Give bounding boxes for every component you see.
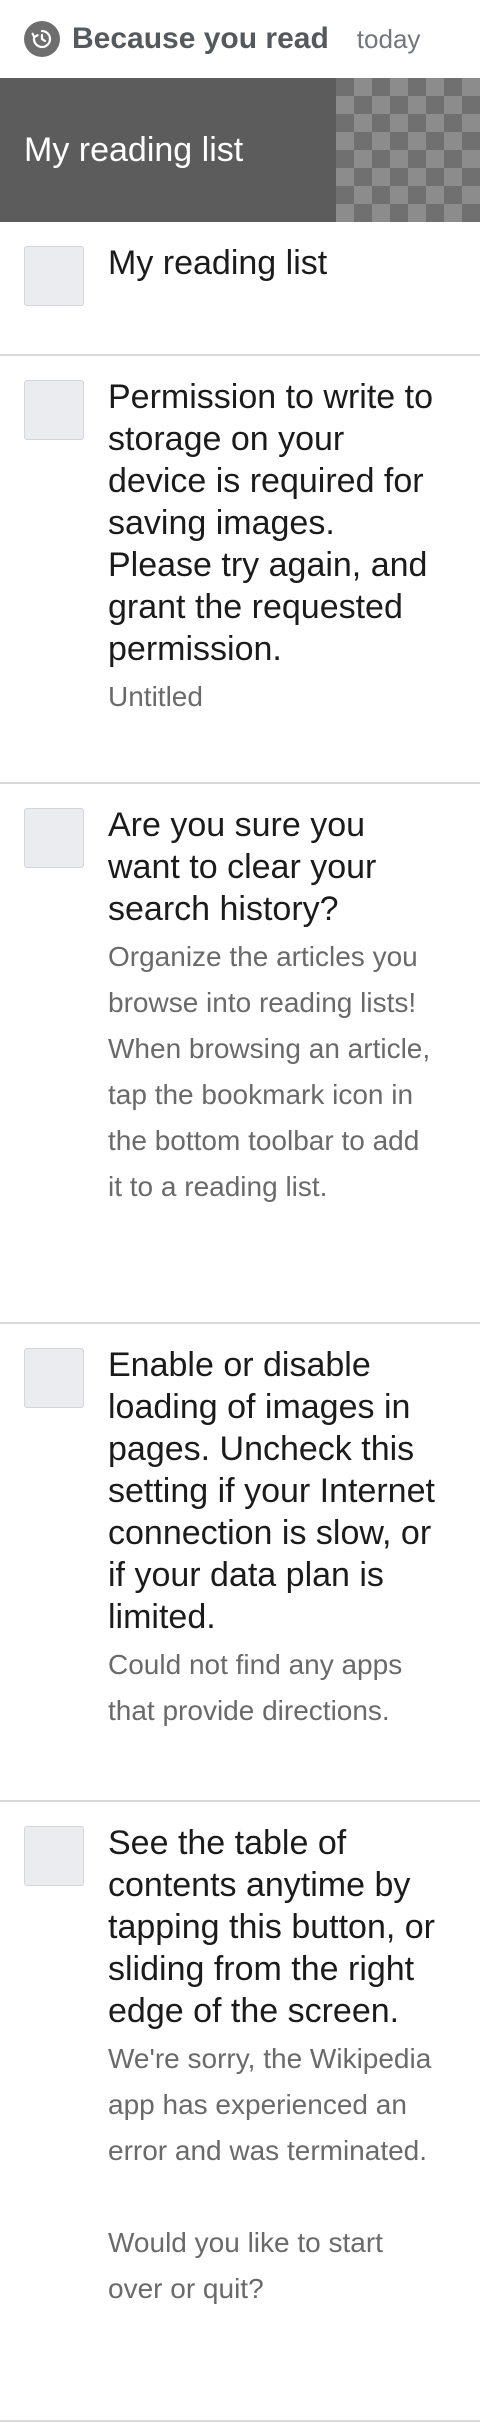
history-icon: [24, 21, 60, 57]
item-title: My reading list: [108, 244, 328, 282]
item-description: Untitled: [108, 681, 203, 712]
article-thumbnail: [24, 1826, 84, 1886]
item-title: Are you sure you want to clear your sear…: [108, 806, 377, 928]
list-item[interactable]: My reading list: [0, 222, 480, 356]
article-thumbnail: [24, 380, 84, 440]
item-description: Organize the articles you browse into re…: [108, 941, 431, 1202]
list-item[interactable]: Permission to write to storage on your d…: [0, 356, 480, 784]
item-description: We're sorry, the Wikipedia app has exper…: [108, 2043, 432, 2304]
article-thumbnail: [24, 1348, 84, 1408]
reading-list-banner[interactable]: My reading list: [0, 78, 480, 222]
list-item[interactable]: Enable or disable loading of images in p…: [0, 1324, 480, 1802]
card-header-title: Because you read: [72, 22, 329, 55]
card-header: Because you read today: [0, 0, 480, 78]
card-header-date: today: [356, 23, 421, 54]
banner-image-placeholder: [336, 78, 480, 222]
item-title: Permission to write to storage on your d…: [108, 378, 433, 668]
article-thumbnail: [24, 808, 84, 868]
banner-title: My reading list: [24, 130, 244, 169]
item-title: Enable or disable loading of images in p…: [108, 1346, 435, 1636]
list-item[interactable]: Are you sure you want to clear your sear…: [0, 784, 480, 1324]
article-thumbnail: [24, 246, 84, 306]
item-description: Could not find any apps that provide dir…: [108, 1649, 403, 1726]
item-title: See the table of contents anytime by tap…: [108, 1824, 436, 2030]
list-item[interactable]: See the table of contents anytime by tap…: [0, 1802, 480, 2422]
